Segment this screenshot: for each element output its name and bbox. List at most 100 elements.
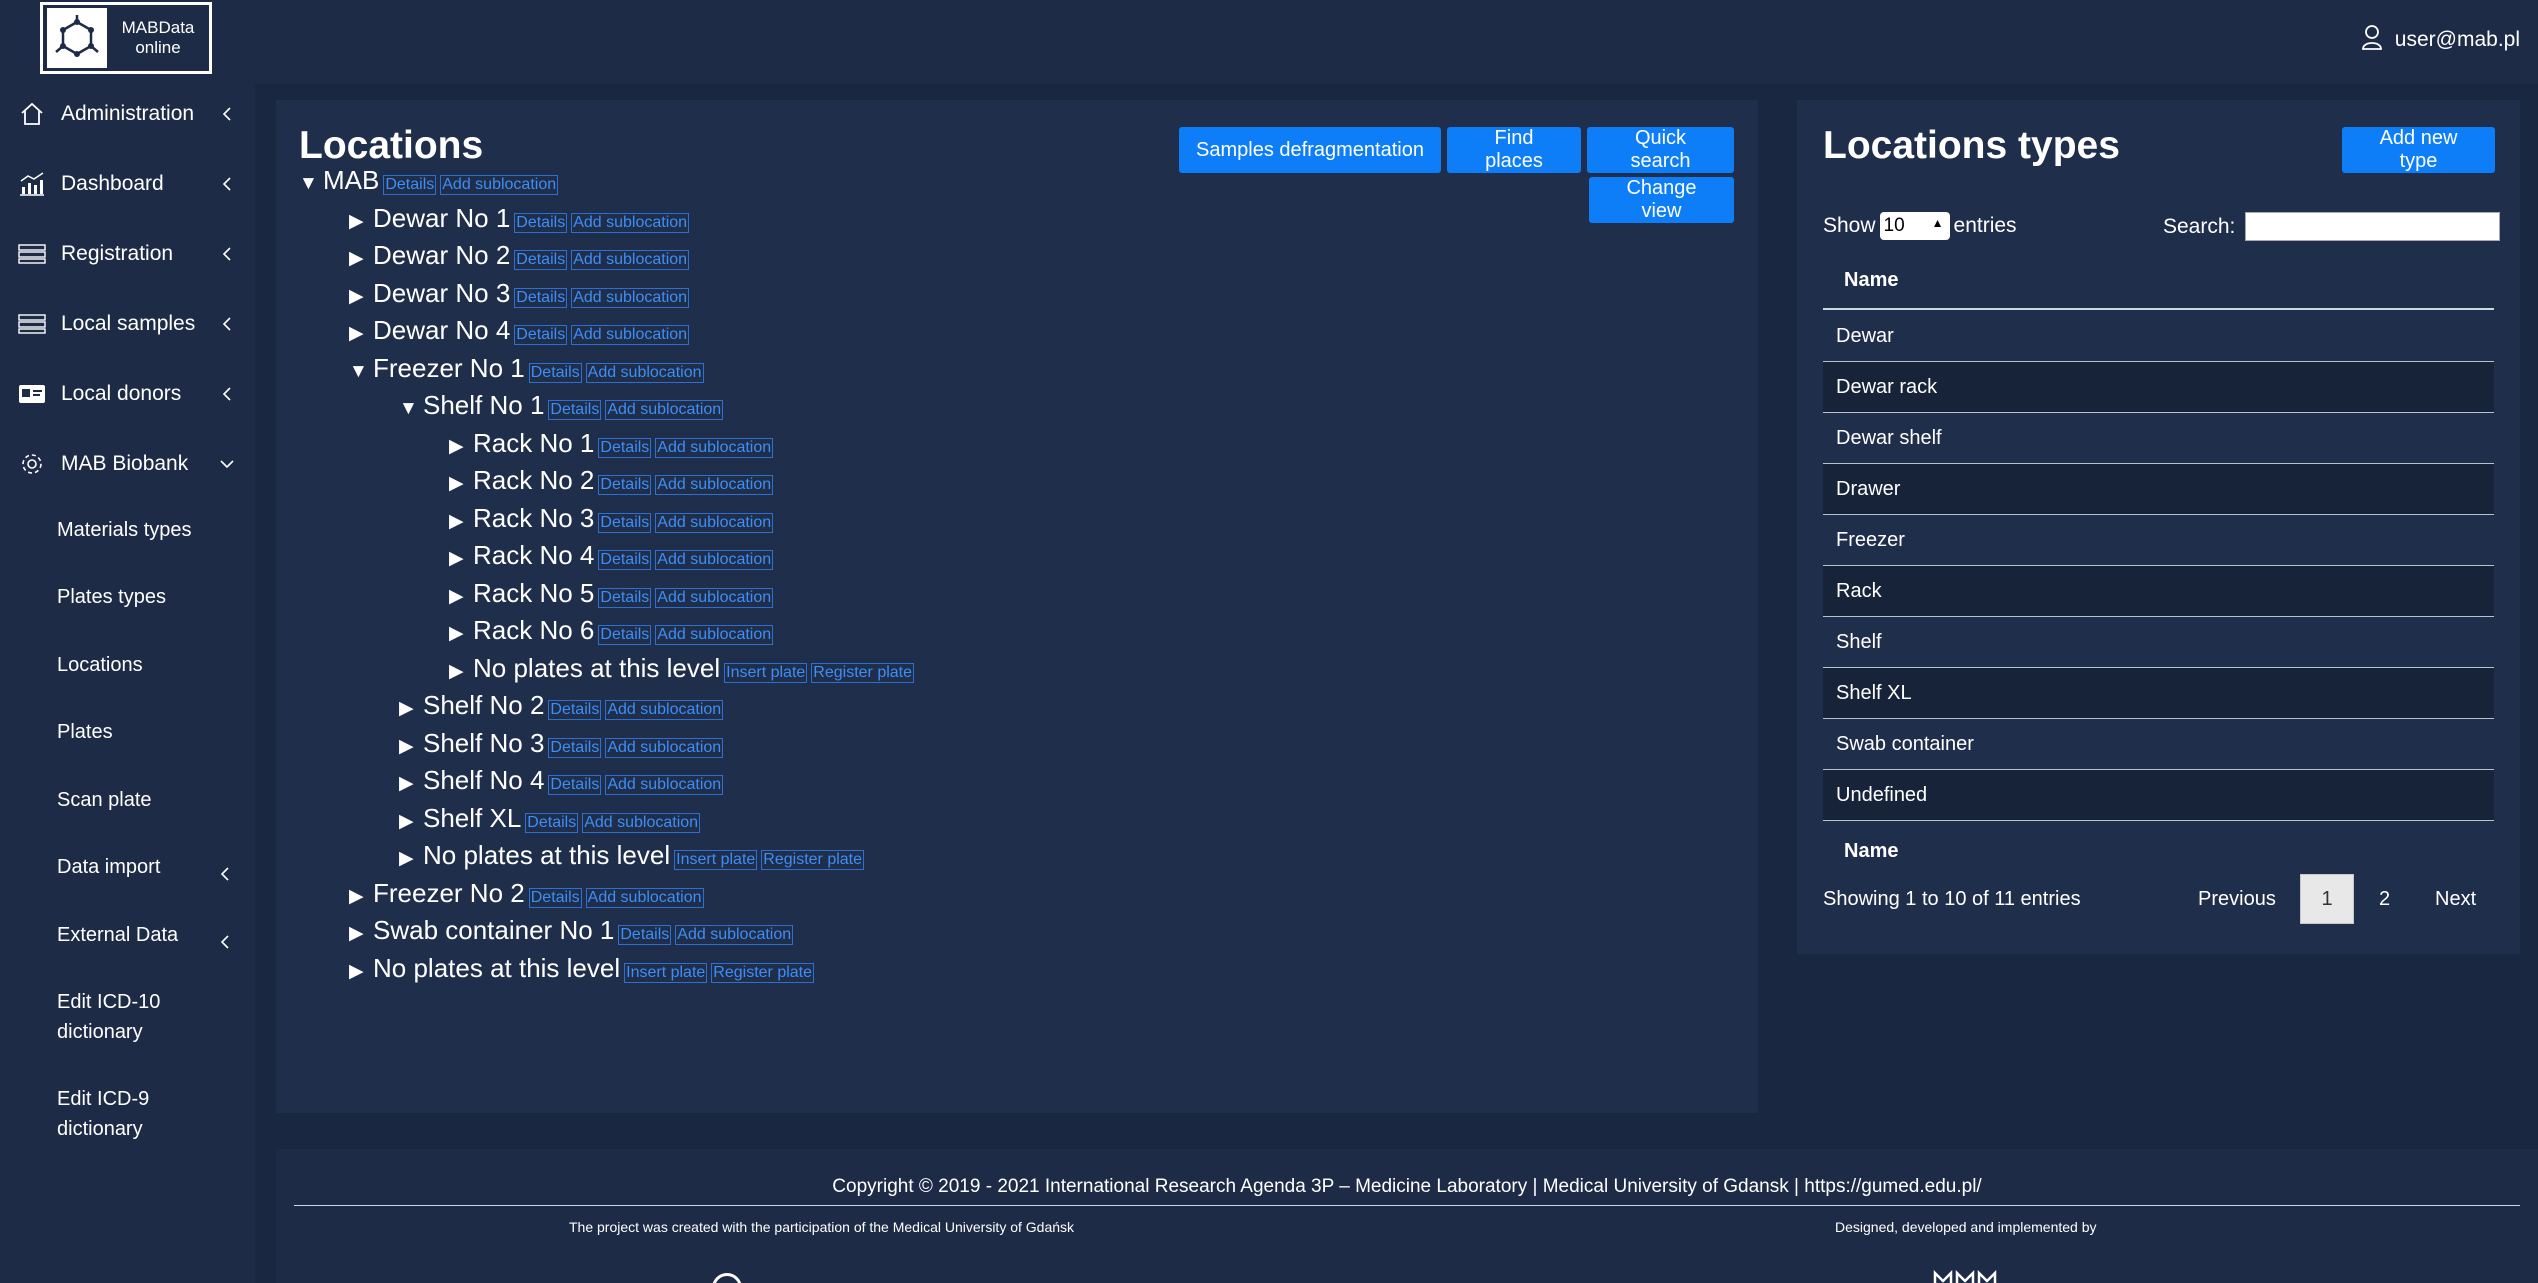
tree-node[interactable]: ▼ Shelf No 1 Details Add sublocation: [399, 390, 727, 421]
table-row[interactable]: Freezer: [1823, 515, 2494, 566]
details-link[interactable]: Details: [514, 250, 568, 270]
caret-right-icon[interactable]: ▶: [399, 847, 419, 870]
add-sublocation-link[interactable]: Add sublocation: [571, 250, 690, 270]
details-link[interactable]: Details: [548, 400, 602, 420]
sidebar-item-registration[interactable]: Registration: [0, 224, 255, 284]
details-link[interactable]: Details: [528, 362, 582, 383]
sidebar-subitem-plates[interactable]: Plates: [57, 717, 247, 747]
caret-right-icon[interactable]: ▶: [399, 735, 419, 758]
caret-down-icon[interactable]: ▼: [299, 173, 319, 195]
caret-right-icon[interactable]: ▶: [399, 697, 419, 720]
insert-plate-link[interactable]: Insert plate: [624, 962, 708, 983]
sidebar-subitem-data-import[interactable]: Data import: [57, 852, 247, 882]
caret-right-icon[interactable]: ▶: [449, 622, 469, 645]
tree-node[interactable]: ▶ Shelf No 2 Details Add sublocation: [399, 690, 727, 721]
pagination-next[interactable]: Next: [2435, 888, 2476, 911]
sidebar-subitem-scan-plate[interactable]: Scan plate: [57, 785, 247, 815]
pagination-page-1[interactable]: 1: [2300, 874, 2354, 924]
caret-right-icon[interactable]: ▶: [449, 585, 469, 608]
table-row[interactable]: Dewar rack: [1823, 362, 2494, 413]
sidebar-subitem-locations[interactable]: Locations: [57, 650, 247, 680]
tree-node[interactable]: ▶ Shelf XL Details Add sublocation: [399, 803, 704, 834]
samples-defragmentation-button[interactable]: Samples defragmentation: [1179, 127, 1441, 173]
sidebar-subitem-external-data[interactable]: External Data: [57, 920, 247, 950]
sidebar-subitem-materials-types[interactable]: Materials types: [57, 515, 247, 545]
add-sublocation-link[interactable]: Add sublocation: [655, 587, 774, 608]
caret-right-icon[interactable]: ▶: [349, 210, 369, 233]
caret-right-icon[interactable]: ▶: [349, 960, 369, 983]
app-logo[interactable]: MABData online: [40, 2, 212, 74]
table-row[interactable]: Swab container: [1823, 719, 2494, 770]
add-sublocation-link[interactable]: Add sublocation: [585, 362, 704, 383]
add-sublocation-link[interactable]: Add sublocation: [571, 287, 690, 308]
tree-node[interactable]: ▶ Rack No 6 Details Add sublocation: [449, 615, 777, 646]
add-sublocation-link[interactable]: Add sublocation: [440, 175, 559, 195]
tree-empty-plates-row[interactable]: ▶ No plates at this level Insert plate Regi…: [449, 653, 918, 684]
table-row[interactable]: Shelf XL: [1823, 668, 2494, 719]
add-sublocation-link[interactable]: Add sublocation: [655, 437, 774, 458]
caret-right-icon[interactable]: ▶: [349, 285, 369, 308]
tree-empty-plates-row[interactable]: ▶ No plates at this level Insert plate Regi…: [399, 840, 868, 871]
details-link[interactable]: Details: [525, 812, 579, 833]
sidebar-subitem-edit-icd10[interactable]: Edit ICD-10 dictionary: [57, 987, 177, 1047]
tree-node[interactable]: ▶ Freezer No 2 Details Add sublocation: [349, 878, 708, 909]
details-link[interactable]: Details: [514, 212, 568, 233]
add-sublocation-link[interactable]: Add sublocation: [571, 212, 690, 233]
tree-node[interactable]: ▶ Shelf No 4 Details Add sublocation: [399, 765, 727, 796]
sidebar-item-local-donors[interactable]: Local donors: [0, 364, 255, 424]
tree-node[interactable]: ▶ Dewar No 4 Details Add sublocation: [349, 315, 693, 346]
tree-node[interactable]: ▶ Dewar No 2 Details Add sublocation: [349, 240, 693, 271]
details-link[interactable]: Details: [514, 287, 568, 308]
tree-node[interactable]: ▶ Shelf No 3 Details Add sublocation: [399, 728, 727, 759]
table-row[interactable]: Drawer: [1823, 464, 2494, 515]
details-link[interactable]: Details: [548, 737, 602, 758]
details-link[interactable]: Details: [514, 325, 568, 345]
details-link[interactable]: Details: [598, 587, 652, 608]
quick-search-button[interactable]: Quick search: [1587, 127, 1734, 173]
details-link[interactable]: Details: [598, 512, 652, 533]
add-sublocation-link[interactable]: Add sublocation: [605, 400, 724, 420]
tree-node[interactable]: ▶ Dewar No 3 Details Add sublocation: [349, 278, 693, 309]
caret-down-icon[interactable]: ▼: [399, 398, 419, 420]
details-link[interactable]: Details: [598, 625, 652, 645]
add-sublocation-link[interactable]: Add sublocation: [582, 812, 701, 833]
caret-right-icon[interactable]: ▶: [349, 885, 369, 908]
sidebar-item-dashboard[interactable]: Dashboard: [0, 154, 255, 214]
column-footer-name[interactable]: Name: [1823, 822, 2494, 880]
sidebar-item-local-samples[interactable]: Local samples: [0, 294, 255, 354]
change-view-button[interactable]: Change view: [1589, 177, 1734, 223]
caret-right-icon[interactable]: ▶: [449, 660, 469, 683]
register-plate-link[interactable]: Register plate: [711, 962, 815, 983]
tree-node[interactable]: ▶ Swab container No 1 Details Add sublocati…: [349, 915, 797, 946]
entries-select[interactable]: 10 ▲: [1879, 212, 1950, 240]
find-places-button[interactable]: Find places: [1447, 127, 1581, 173]
tree-node[interactable]: ▼ MAB Details Add sublocation: [299, 165, 562, 196]
column-header-name[interactable]: Name: [1823, 252, 2494, 310]
user-menu[interactable]: user@mab.pl: [2361, 24, 2520, 56]
insert-plate-link[interactable]: Insert plate: [724, 662, 808, 683]
add-new-type-button[interactable]: Add new type: [2342, 127, 2495, 173]
insert-plate-link[interactable]: Insert plate: [674, 850, 758, 870]
tree-node[interactable]: ▶ Rack No 2 Details Add sublocation: [449, 465, 777, 496]
caret-right-icon[interactable]: ▶: [399, 772, 419, 795]
caret-right-icon[interactable]: ▶: [349, 322, 369, 345]
tree-node[interactable]: ▼ Freezer No 1 Details Add sublocation: [349, 353, 708, 384]
table-row[interactable]: Dewar shelf: [1823, 413, 2494, 464]
caret-right-icon[interactable]: ▶: [449, 547, 469, 570]
table-row[interactable]: Undefined: [1823, 770, 2494, 821]
caret-right-icon[interactable]: ▶: [449, 510, 469, 533]
add-sublocation-link[interactable]: Add sublocation: [675, 925, 794, 945]
details-link[interactable]: Details: [618, 925, 672, 945]
register-plate-link[interactable]: Register plate: [811, 662, 915, 683]
add-sublocation-link[interactable]: Add sublocation: [605, 737, 724, 758]
details-link[interactable]: Details: [548, 700, 602, 720]
table-row[interactable]: Rack: [1823, 566, 2494, 617]
sidebar-item-administration[interactable]: Administration: [0, 84, 255, 144]
add-sublocation-link[interactable]: Add sublocation: [571, 325, 690, 345]
details-link[interactable]: Details: [548, 775, 602, 795]
tree-node[interactable]: ▶ Rack No 5 Details Add sublocation: [449, 578, 777, 609]
caret-right-icon[interactable]: ▶: [349, 922, 369, 945]
tree-node[interactable]: ▶ Rack No 4 Details Add sublocation: [449, 540, 777, 571]
add-sublocation-link[interactable]: Add sublocation: [655, 550, 774, 570]
tree-empty-plates-row[interactable]: ▶ No plates at this level Insert plate Regi…: [349, 953, 818, 984]
